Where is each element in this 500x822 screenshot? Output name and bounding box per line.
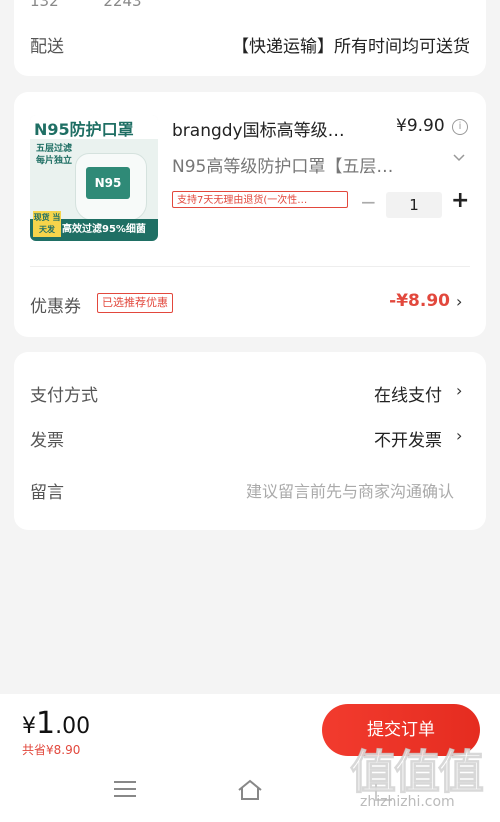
coupon-chevron-icon[interactable]: ›: [456, 292, 462, 311]
invoice-label: 发票: [30, 431, 64, 451]
quantity-input[interactable]: 1: [386, 192, 442, 218]
coupon-value[interactable]: -¥8.90: [389, 291, 450, 311]
thumbnail-badge: 现货 当天发: [33, 211, 61, 237]
thumbnail-subtitle: 五层过滤 每片独立: [36, 144, 73, 166]
thumbnail-title: N95防护口罩: [34, 120, 134, 139]
product-thumbnail[interactable]: N95防护口罩 五层过滤 每片独立 N95 高效过滤95%细菌 现货 当天发: [30, 115, 158, 241]
product-title[interactable]: brangdy国标高等级…: [172, 116, 372, 141]
total-price: ¥1.00: [22, 706, 91, 741]
invoice-chevron-icon[interactable]: ›: [456, 426, 462, 445]
saved-amount: 共省¥8.90: [22, 743, 81, 757]
menu-icon[interactable]: [114, 781, 136, 802]
watermark-logo: 值值值: [350, 745, 485, 800]
coupon-tag: 已选推荐优惠: [97, 293, 173, 313]
delivery-label: 配送: [30, 37, 64, 57]
quantity-plus-button[interactable]: +: [451, 188, 469, 213]
payment-method-value[interactable]: 在线支付: [374, 381, 442, 406]
info-icon[interactable]: i: [452, 119, 468, 135]
mask-label: N95: [86, 167, 130, 199]
chevron-down-icon[interactable]: [453, 150, 465, 166]
invoice-value[interactable]: 不开发票: [374, 426, 442, 451]
payment-chevron-icon[interactable]: ›: [456, 381, 462, 400]
payment-method-label: 支付方式: [30, 386, 98, 406]
product-spec[interactable]: N95高等级防护口罩【五层…: [172, 152, 432, 177]
coupon-label: 优惠券: [30, 297, 81, 317]
message-label: 留言: [30, 483, 64, 503]
divider: [30, 266, 470, 267]
delivery-value[interactable]: 【快递运输】所有时间均可送货: [232, 32, 470, 57]
address-partial-row: 132 2243: [30, 0, 142, 10]
quantity-minus-button[interactable]: −: [360, 190, 377, 214]
message-input[interactable]: 建议留言前先与商家沟通确认: [246, 478, 454, 502]
return-policy-badge: 支持7天无理由退货(一次性…: [172, 191, 348, 208]
watermark-site: zhizhizhi.com: [360, 794, 455, 810]
site-watermark: 值值值 zhizhizhi.com: [350, 736, 490, 820]
home-icon[interactable]: [236, 778, 264, 806]
product-price: ¥9.90: [396, 116, 445, 136]
